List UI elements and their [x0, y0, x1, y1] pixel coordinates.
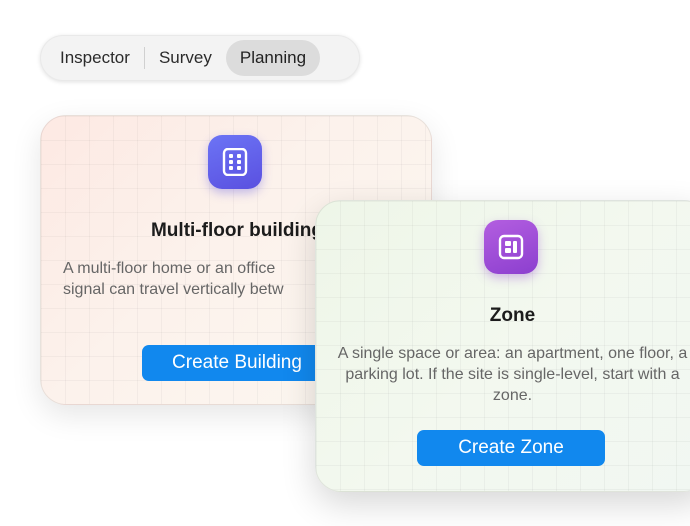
mode-segmented-control: Inspector Survey Planning [40, 35, 360, 81]
zone-card-description: A single space or area: an apartment, on… [337, 345, 688, 404]
zone-card-title: Zone [489, 305, 536, 326]
building-desc-line-2: signal can travel vertically betw [63, 281, 284, 298]
zone-card: Zone A single space or area: an apartmen… [315, 200, 690, 492]
building-desc-line-1: A multi-floor home or an office [63, 260, 276, 277]
segment-inspector[interactable]: Inspector [46, 40, 144, 76]
planning-screen: Inspector Survey Planning Multi-floor bu… [0, 0, 690, 526]
segment-survey[interactable]: Survey [145, 40, 226, 76]
segment-planning[interactable]: Planning [225, 40, 321, 76]
building-grid-icon [208, 135, 262, 189]
zone-floorplan-icon [484, 220, 538, 274]
create-building-button[interactable]: Create Building [142, 345, 332, 381]
building-card-description: A multi-floor home or an office signal c… [63, 258, 284, 300]
create-zone-button[interactable]: Create Zone [417, 430, 605, 466]
